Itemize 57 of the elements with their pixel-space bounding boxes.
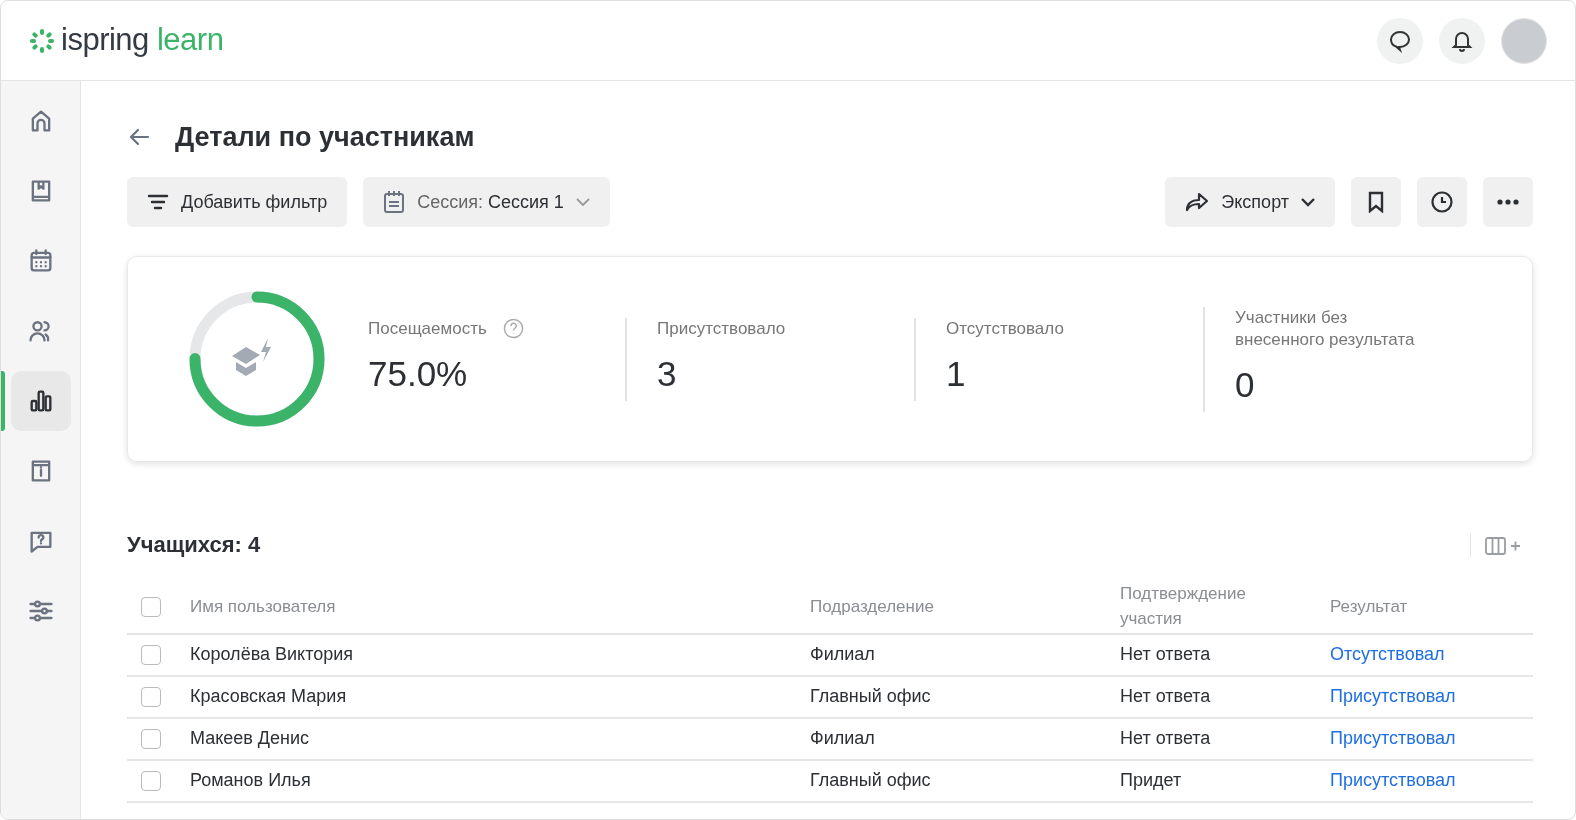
table-cell: Главный офис	[810, 770, 931, 791]
row-checkbox[interactable]	[141, 729, 161, 750]
column-header[interactable]: Имя пользователя	[190, 596, 336, 616]
stat-value: 3	[657, 353, 678, 396]
table-cell: Нет ответа	[1120, 728, 1211, 749]
stat-value: 75.0%	[368, 353, 469, 396]
notifications-button[interactable]	[1439, 17, 1485, 64]
add-column-icon[interactable]	[1485, 535, 1521, 556]
table-cell: Нет ответа	[1120, 686, 1211, 707]
share-arrow-icon	[1185, 192, 1210, 213]
table-cell: Макеев Денис	[190, 728, 310, 749]
graduation-cap-icon	[232, 338, 271, 377]
stat-label: Отсутствовало	[946, 318, 1064, 341]
column-header[interactable]: Результат	[1330, 596, 1408, 616]
table-cell: Романов Илья	[190, 770, 311, 791]
stat-value: 1	[946, 353, 967, 396]
chat-button[interactable]	[1377, 17, 1423, 64]
learners-count: Учащихся: 4	[127, 531, 261, 560]
logo-icon	[29, 27, 55, 54]
logo-text: ispring learn	[61, 21, 224, 60]
table-cell: Королёва Виктория	[190, 644, 353, 665]
more-button[interactable]	[1483, 177, 1533, 228]
stat-value: 0	[1235, 364, 1256, 407]
table-cell: Главный офис	[810, 686, 931, 707]
session-dropdown[interactable]: Сессия: Сессия 1	[363, 177, 610, 228]
table-cell: Придет	[1120, 770, 1182, 791]
bookmark-button[interactable]	[1351, 177, 1401, 228]
column-header[interactable]: Подтверждение участия	[1120, 582, 1270, 632]
filter-icon	[147, 194, 169, 211]
table-cell: Нет ответа	[1120, 644, 1211, 665]
add-filter-button[interactable]: Добавить фильтр	[127, 177, 348, 228]
page-title: Детали по участникам	[175, 121, 475, 154]
more-icon	[1497, 199, 1519, 206]
bookmark-icon	[1366, 191, 1386, 214]
stat-label: Присутствовало	[657, 318, 786, 341]
row-checkbox[interactable]	[141, 687, 161, 708]
column-header[interactable]: Подразделение	[810, 596, 934, 616]
result-link[interactable]: Присутствовал	[1330, 686, 1456, 707]
history-button[interactable]	[1417, 177, 1467, 228]
result-link[interactable]: Присутствовал	[1330, 728, 1456, 749]
table-cell: Филиал	[810, 728, 875, 749]
speech-bubble-icon	[1388, 28, 1412, 53]
export-button[interactable]: Экспорт	[1165, 177, 1335, 228]
table-cell: Филиал	[810, 644, 875, 665]
row-checkbox[interactable]	[141, 771, 161, 792]
help-icon[interactable]	[502, 318, 524, 340]
chevron-down-icon	[1301, 197, 1315, 207]
result-link[interactable]: Отсутствовал	[1330, 644, 1445, 665]
stat-label: Участники без внесенного результата	[1235, 307, 1416, 352]
clock-icon	[1430, 190, 1454, 215]
calendar-icon	[383, 190, 406, 215]
select-all-checkbox[interactable]	[141, 597, 161, 618]
stat-label: Посещаемость	[368, 318, 487, 341]
table-cell: Красовская Мария	[190, 686, 347, 707]
row-checkbox[interactable]	[141, 645, 161, 666]
result-link[interactable]: Присутствовал	[1330, 770, 1456, 791]
chevron-down-icon	[575, 197, 590, 207]
